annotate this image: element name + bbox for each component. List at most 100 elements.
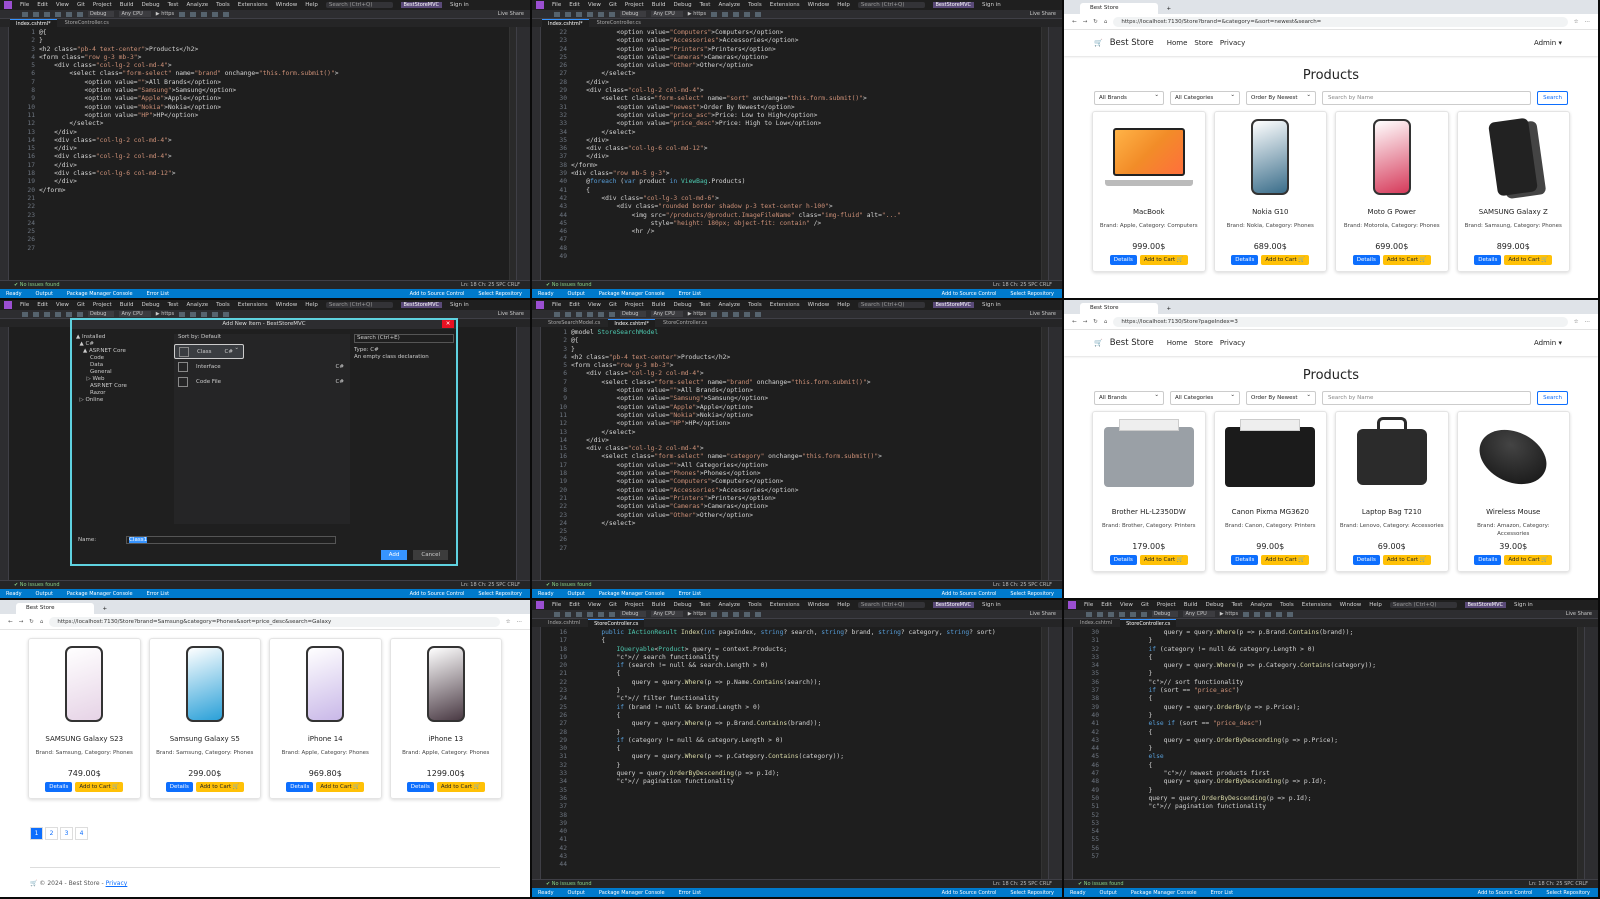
forward-icon[interactable]: → xyxy=(1083,19,1088,25)
code-line[interactable]: <select class="form-select" name="catego… xyxy=(571,453,1041,461)
toolbar-icon[interactable] xyxy=(44,11,50,17)
code-editor[interactable]: public IActionResult Index(int pageIndex… xyxy=(571,627,1041,879)
menu-item[interactable]: Edit xyxy=(37,302,48,308)
code-line[interactable]: </select> xyxy=(39,120,509,128)
code-line[interactable]: else if (sort == "price_desc") xyxy=(1103,720,1577,728)
package-console-tab[interactable]: Package Manager Console xyxy=(67,291,133,297)
reload-icon[interactable]: ↻ xyxy=(1093,19,1098,25)
error-list-tab[interactable]: Error List xyxy=(679,591,702,597)
menu-item[interactable]: Test xyxy=(1232,602,1243,608)
code-line[interactable]: query = query.Where(p => p.Category.Cont… xyxy=(571,753,1041,761)
code-line[interactable]: "c">// filter functionality xyxy=(571,695,1041,703)
menu-item[interactable]: Extensions xyxy=(770,2,800,8)
config-dropdown[interactable]: Debug xyxy=(620,611,647,617)
template-item[interactable]: Interface C# xyxy=(174,359,350,374)
config-dropdown[interactable]: Debug xyxy=(620,311,647,317)
code-line[interactable]: query = query.OrderByDescending(p => p.I… xyxy=(571,770,1041,778)
code-line[interactable]: </form> xyxy=(571,162,1041,170)
nav-privacy[interactable]: Privacy xyxy=(1220,39,1245,47)
cpu-dropdown[interactable]: Any CPU xyxy=(651,311,683,317)
toolbar-icon[interactable] xyxy=(212,311,219,317)
toolbar-icon[interactable] xyxy=(1287,611,1294,617)
menu-item[interactable]: View xyxy=(588,2,601,8)
toolbar-icon[interactable] xyxy=(733,11,740,17)
vs-search-input[interactable]: Search (Ctrl+Q) xyxy=(857,302,925,308)
menu-item[interactable]: File xyxy=(552,602,561,608)
code-line[interactable]: query = query.OrderByDescending(p => p.I… xyxy=(1103,795,1577,803)
code-line[interactable]: } xyxy=(1103,787,1577,795)
code-line[interactable]: <option value="Printers">Printers</optio… xyxy=(571,495,1041,503)
toolbar-icon[interactable] xyxy=(66,311,72,317)
config-dropdown[interactable]: Debug xyxy=(88,11,115,17)
menu-item[interactable]: Git xyxy=(77,2,85,8)
toolbar-icon[interactable] xyxy=(1119,611,1125,617)
cpu-dropdown[interactable]: Any CPU xyxy=(1183,611,1215,617)
select-repository-button[interactable]: Select Repository xyxy=(1010,291,1054,297)
menu-item[interactable]: Git xyxy=(609,302,617,308)
name-input[interactable]: Class1 xyxy=(126,536,337,544)
menu-icon[interactable]: ⋯ xyxy=(517,619,523,625)
editor-tab[interactable]: StoreController.cs xyxy=(1120,619,1177,627)
code-line[interactable]: <option value="">All Brands</option> xyxy=(39,79,509,87)
menu-item[interactable]: Extensions xyxy=(238,2,268,8)
menu-item[interactable]: Help xyxy=(837,302,850,308)
code-line[interactable]: <hr /> xyxy=(571,228,1041,236)
toolbar-icon[interactable] xyxy=(1130,611,1136,617)
toolbar-icon[interactable] xyxy=(554,611,560,617)
toolbar-icon[interactable] xyxy=(711,611,718,617)
site-brand[interactable]: Best Store xyxy=(1110,338,1154,348)
new-tab-icon[interactable]: + xyxy=(1166,6,1171,12)
config-dropdown[interactable]: Debug xyxy=(620,11,647,17)
editor-tab[interactable]: Index.cshtml xyxy=(1074,619,1118,627)
toolbar-icon[interactable] xyxy=(733,611,740,617)
menu-item[interactable]: Project xyxy=(93,2,112,8)
toolbar-icon[interactable] xyxy=(190,311,197,317)
toolbar-icon[interactable] xyxy=(587,311,593,317)
code-line[interactable]: query = query.OrderByDescending(p => p.P… xyxy=(1103,737,1577,745)
code-line[interactable]: </div> xyxy=(571,137,1041,145)
add-source-control-button[interactable]: Add to Source Control xyxy=(1478,890,1533,896)
cpu-dropdown[interactable]: Any CPU xyxy=(651,11,683,17)
toolbar-icon[interactable] xyxy=(711,311,718,317)
package-console-tab[interactable]: Package Manager Console xyxy=(1131,890,1197,896)
toolbar-icon[interactable] xyxy=(755,311,762,317)
code-line[interactable]: </div> xyxy=(39,145,509,153)
output-tab[interactable]: Output xyxy=(568,591,585,597)
details-button[interactable]: Details xyxy=(1474,255,1502,265)
editor-tab[interactable]: Index.cshtml* xyxy=(10,19,57,27)
menu-item[interactable]: Help xyxy=(837,602,850,608)
page-link[interactable]: 3 xyxy=(60,827,73,840)
add-source-control-button[interactable]: Add to Source Control xyxy=(410,591,465,597)
code-line[interactable]: else xyxy=(1103,753,1577,761)
toolbar-icon[interactable] xyxy=(609,611,615,617)
favorite-icon[interactable]: ☆ xyxy=(506,619,511,625)
code-line[interactable]: query = query.Where(p => p.Brand.Contain… xyxy=(1103,629,1577,637)
code-line[interactable]: <option value="Accessories">Accessories<… xyxy=(571,37,1041,45)
add-to-cart-button[interactable]: Add to Cart 🛒 xyxy=(195,782,244,792)
menu-item[interactable]: Analyze xyxy=(718,2,740,8)
toolbar-icon[interactable] xyxy=(179,311,186,317)
url-input[interactable]: https://localhost:7130/Store?brand=Samsu… xyxy=(49,616,500,627)
toolbar-icon[interactable] xyxy=(576,611,582,617)
code-line[interactable]: IQueryable<Product> query = context.Prod… xyxy=(571,646,1041,654)
package-console-tab[interactable]: Package Manager Console xyxy=(67,591,133,597)
code-line[interactable]: "c">// newest products first xyxy=(1103,770,1577,778)
menu-item[interactable]: Tools xyxy=(216,2,230,8)
code-line[interactable]: <option value="">All Brands</option> xyxy=(571,387,1041,395)
vs-search-input[interactable]: Search (Ctrl+Q) xyxy=(857,602,925,608)
menu-item[interactable]: Extensions xyxy=(238,302,268,308)
code-line[interactable]: @model StoreSearchModel xyxy=(571,329,1041,337)
cpu-dropdown[interactable]: Any CPU xyxy=(119,11,151,17)
menu-item[interactable]: Test xyxy=(168,2,179,8)
menu-item[interactable]: View xyxy=(588,302,601,308)
cpu-dropdown[interactable]: Any CPU xyxy=(651,611,683,617)
editor-scrollbar[interactable] xyxy=(1577,627,1584,879)
template-search-input[interactable]: Search (Ctrl+E) xyxy=(354,334,454,343)
vs-search-input[interactable]: Search (Ctrl+Q) xyxy=(1389,602,1457,608)
menu-item[interactable]: Edit xyxy=(569,302,580,308)
menu-item[interactable]: Edit xyxy=(569,2,580,8)
toolbar-icon[interactable] xyxy=(554,11,560,17)
code-line[interactable]: <option value="HP">HP</option> xyxy=(571,420,1041,428)
code-line[interactable]: { xyxy=(1103,695,1577,703)
toolbar-icon[interactable] xyxy=(744,11,751,17)
